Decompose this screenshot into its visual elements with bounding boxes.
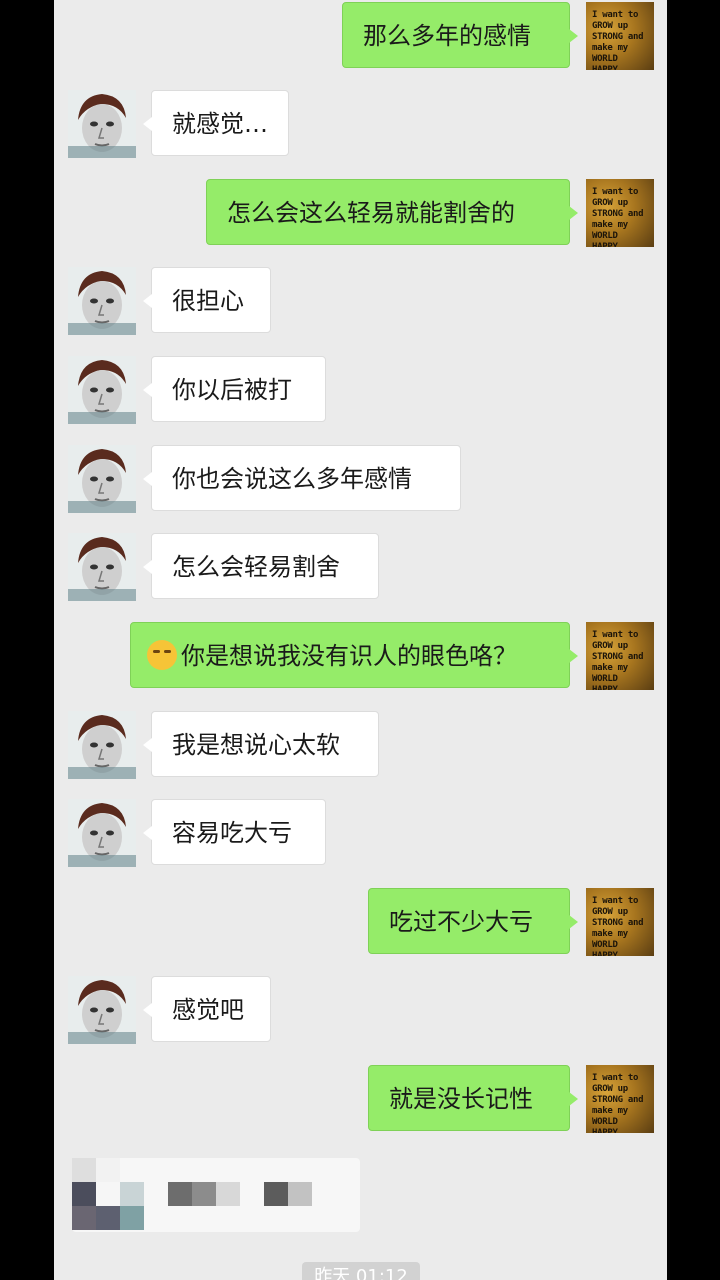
message-text: 怎么会轻易割舍 [172,553,340,581]
message-row: 怎么会轻易割舍 [54,533,667,601]
message-row: 感觉吧 [54,976,667,1044]
message-text: 就是没长记性 [389,1085,533,1113]
message-bubble-received[interactable]: 怎么会轻易割舍 [143,533,379,599]
contact-avatar[interactable] [68,711,136,779]
avatar-lettering: I want to GROW up STRONG and make my WOR… [592,1073,644,1133]
contact-portrait-icon [68,445,136,513]
avatar-lettering: I want to GROW up STRONG and make my WOR… [592,896,644,956]
message-text: 吃过不少大亏 [389,908,533,936]
message-text: 怎么会这么轻易就能割舍的 [227,199,515,227]
message-row: 就感觉… [54,90,667,158]
contact-portrait-icon [68,711,136,779]
redaction-pixel [72,1182,96,1206]
redaction-pixel [216,1182,240,1206]
contact-portrait-icon [68,533,136,601]
my-avatar[interactable]: I want to GROW up STRONG and make my WOR… [586,622,654,690]
redaction-pixel [96,1182,120,1206]
message-bubble-received[interactable]: 你以后被打 [143,356,326,422]
message-row: 就是没长记性 I want to GROW up STRONG and make… [54,1065,667,1133]
redaction-pixel [264,1182,288,1206]
message-bubble-sent[interactable]: 吃过不少大亏 [368,888,578,954]
message-bubble-received[interactable]: 容易吃大亏 [143,799,326,865]
contact-avatar[interactable] [68,90,136,158]
contact-portrait-icon [68,799,136,867]
message-bubble-sent[interactable]: 你是想说我没有识人的眼色咯？ [130,622,578,688]
redaction-pixel [96,1206,120,1230]
message-bubble-sent[interactable]: 那么多年的感情 [342,2,578,68]
contact-avatar[interactable] [68,533,136,601]
redaction-pixel [120,1182,144,1206]
contact-portrait-icon [68,90,136,158]
contact-avatar[interactable] [68,976,136,1044]
message-bubble-received[interactable]: 就感觉… [143,90,289,156]
message-row: 你是想说我没有识人的眼色咯？ I want to GROW up STRONG … [54,622,667,690]
message-bubble-sent[interactable]: 就是没长记性 [368,1065,578,1131]
message-text: 你也会说这么多年感情 [172,465,412,493]
contact-portrait-icon [68,267,136,335]
message-row: 你也会说这么多年感情 [54,445,667,513]
message-text: 很担心 [172,287,244,315]
message-text: 我是想说心太软 [172,731,340,759]
contact-avatar[interactable] [68,445,136,513]
redaction-pixel [120,1206,144,1230]
message-row: 很担心 [54,267,667,335]
avatar-lettering: I want to GROW up STRONG and make my WOR… [592,630,644,690]
message-row: 容易吃大亏 [54,799,667,867]
my-avatar[interactable]: I want to GROW up STRONG and make my WOR… [586,2,654,70]
redaction-pixel [288,1182,312,1206]
message-text: 你以后被打 [172,376,292,404]
message-bubble-sent[interactable]: 怎么会这么轻易就能割舍的 [206,179,578,245]
redaction-pixel [72,1206,96,1230]
pixelated-redaction [72,1158,360,1232]
message-bubble-received[interactable]: 感觉吧 [143,976,271,1042]
message-row: 吃过不少大亏 I want to GROW up STRONG and make… [54,888,667,956]
message-row: 那么多年的感情 I want to GROW up STRONG and mak… [54,2,667,70]
message-bubble-received[interactable]: 你也会说这么多年感情 [143,445,461,511]
message-text: 感觉吧 [172,996,244,1024]
message-bubble-received[interactable]: 很担心 [143,267,271,333]
message-row: 怎么会这么轻易就能割舍的 I want to GROW up STRONG an… [54,179,667,247]
redaction-pixel [72,1158,96,1182]
message-row: 你以后被打 [54,356,667,424]
my-avatar[interactable]: I want to GROW up STRONG and make my WOR… [586,1065,654,1133]
my-avatar[interactable]: I want to GROW up STRONG and make my WOR… [586,179,654,247]
redaction-pixel [192,1182,216,1206]
redaction-pixel [168,1182,192,1206]
contact-avatar[interactable] [68,799,136,867]
message-bubble-received[interactable]: 我是想说心太软 [143,711,379,777]
message-row: 我是想说心太软 [54,711,667,779]
avatar-lettering: I want to GROW up STRONG and make my WOR… [592,10,644,70]
contact-portrait-icon [68,356,136,424]
avatar-lettering: I want to GROW up STRONG and make my WOR… [592,187,644,247]
message-text: 那么多年的感情 [363,22,531,50]
contact-avatar[interactable] [68,356,136,424]
message-text: 容易吃大亏 [172,819,292,847]
my-avatar[interactable]: I want to GROW up STRONG and make my WOR… [586,888,654,956]
contact-avatar[interactable] [68,267,136,335]
contact-portrait-icon [68,976,136,1044]
chat-screen: 那么多年的感情 I want to GROW up STRONG and mak… [54,0,667,1280]
timestamp-pill: 昨天 01:12 [302,1262,420,1280]
redaction-pixel [96,1158,120,1182]
unamused-face-emoji-icon [147,640,177,670]
message-text: 就感觉… [172,110,268,138]
message-text: 你是想说我没有识人的眼色咯？ [181,642,517,670]
